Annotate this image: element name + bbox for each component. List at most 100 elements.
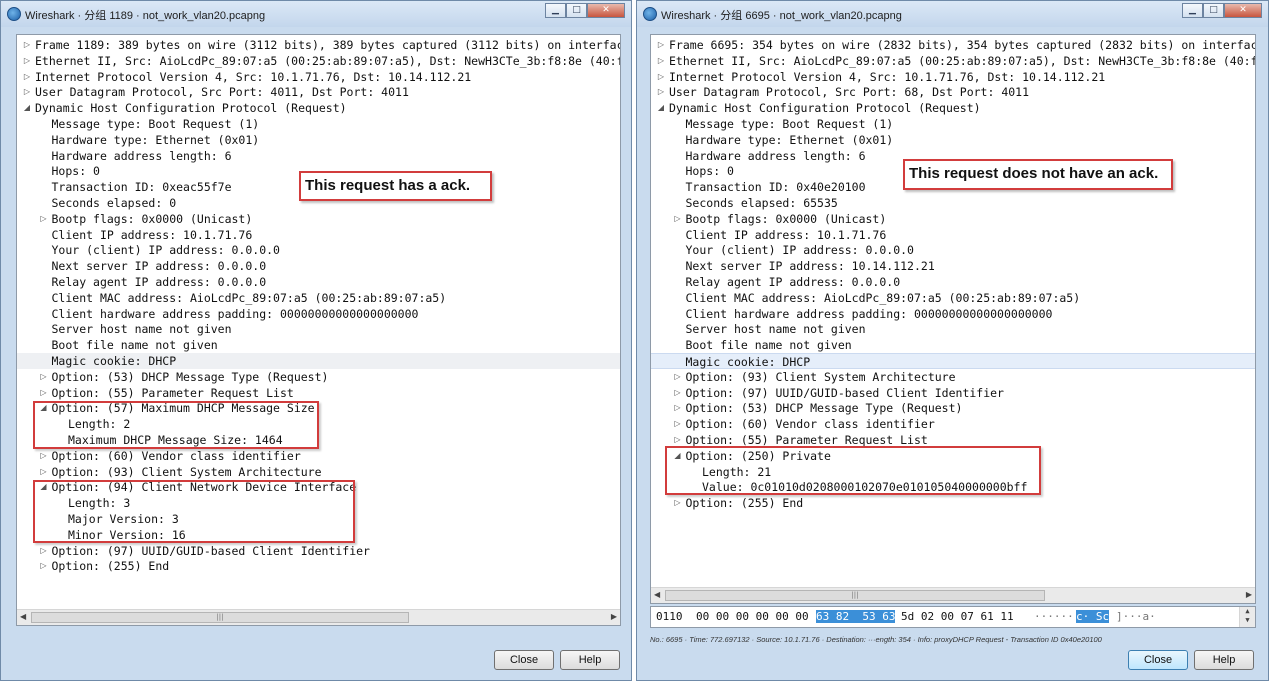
scroll-thumb[interactable]: ||| <box>31 612 409 623</box>
tree-row[interactable]: Your (client) IP address: 0.0.0.0 <box>17 242 620 258</box>
collapsed-arrow-icon[interactable]: ▷ <box>39 448 49 464</box>
collapsed-arrow-icon[interactable]: ▷ <box>22 69 32 85</box>
title-bar[interactable]: Wireshark · 分组 6695 · not_work_vlan20.pc… <box>637 1 1268 27</box>
collapsed-arrow-icon[interactable]: ▷ <box>22 37 32 53</box>
collapsed-arrow-icon[interactable]: ▷ <box>39 543 49 559</box>
tree-row[interactable]: ▷ Option: (55) Parameter Request List <box>17 385 620 401</box>
tree-row[interactable]: ▷ Option: (93) Client System Architecture <box>17 464 620 480</box>
tree-row[interactable]: ▷ Option: (97) UUID/GUID-based Client Ide… <box>651 385 1255 401</box>
packet-bytes-pane[interactable]: 0110 00 00 00 00 00 00 63 82 53 63 5d 02… <box>650 606 1256 628</box>
close-window-button[interactable]: ✕ <box>1224 3 1262 18</box>
tree-row[interactable]: ▷ Option: (53) DHCP Message Type (Request… <box>17 369 620 385</box>
tree-row[interactable]: ▷ Option: (255) End <box>17 558 620 574</box>
collapsed-arrow-icon[interactable]: ▷ <box>656 37 666 53</box>
tree-row[interactable]: Hardware type: Ethernet (0x01) <box>17 132 620 148</box>
minimize-button[interactable]: ▁ <box>1182 3 1203 18</box>
tree-row-label: Option: (53) DHCP Message Type (Request) <box>51 369 329 384</box>
collapsed-arrow-icon[interactable]: ▷ <box>22 84 32 100</box>
maximize-button[interactable]: □ <box>1203 3 1224 18</box>
bytes-hex-selected: 63 82 53 63 <box>816 610 896 623</box>
tree-row-label: Client IP address: 10.1.71.76 <box>51 227 253 242</box>
collapsed-arrow-icon[interactable]: ▷ <box>656 53 666 69</box>
tree-row[interactable]: Magic cookie: DHCP <box>651 353 1255 369</box>
collapsed-arrow-icon[interactable]: ▷ <box>673 416 683 432</box>
tree-row[interactable]: Your (client) IP address: 0.0.0.0 <box>651 242 1255 258</box>
tree-row[interactable]: ▷ Option: (93) Client System Architecture <box>651 369 1255 385</box>
tree-row[interactable]: ▷ Frame 6695: 354 bytes on wire (2832 bit… <box>651 37 1255 53</box>
tree-row[interactable]: Client hardware address padding: 0000000… <box>17 306 620 322</box>
tree-row[interactable]: Boot file name not given <box>651 337 1255 353</box>
tree-row[interactable]: ▷ Option: (255) End <box>651 495 1255 511</box>
tree-row[interactable]: ▷ Bootp flags: 0x0000 (Unicast) <box>17 211 620 227</box>
tree-row[interactable]: Next server IP address: 0.0.0.0 <box>17 258 620 274</box>
expanded-arrow-icon[interactable]: ◢ <box>656 100 666 116</box>
tree-row[interactable]: Boot file name not given <box>17 337 620 353</box>
expanded-arrow-icon[interactable]: ◢ <box>22 100 32 116</box>
collapsed-arrow-icon[interactable]: ▷ <box>39 211 49 227</box>
collapsed-arrow-icon[interactable]: ▷ <box>673 211 683 227</box>
scroll-left-icon[interactable]: ◀ <box>654 590 660 599</box>
tree-row[interactable]: ▷ Option: (97) UUID/GUID-based Client Ide… <box>17 543 620 559</box>
horizontal-scrollbar[interactable]: ◀ ||| ▶ <box>17 609 620 625</box>
title-bar[interactable]: Wireshark · 分组 1189 · not_work_vlan20.pc… <box>1 1 631 27</box>
tree-row[interactable]: ◢ Dynamic Host Configuration Protocol (Re… <box>651 100 1255 116</box>
tree-row-label: User Datagram Protocol, Src Port: 4011, … <box>35 85 409 100</box>
tree-row[interactable]: Relay agent IP address: 0.0.0.0 <box>651 274 1255 290</box>
tree-row[interactable]: Message type: Boot Request (1) <box>17 116 620 132</box>
tree-row[interactable]: ▷ Ethernet II, Src: AioLcdPc_89:07:a5 (00… <box>17 53 620 69</box>
tree-row-label: Dynamic Host Configuration Protocol (Req… <box>669 101 981 116</box>
collapsed-arrow-icon[interactable]: ▷ <box>39 464 49 480</box>
tree-row[interactable]: Client IP address: 10.1.71.76 <box>17 227 620 243</box>
collapsed-arrow-icon[interactable]: ▷ <box>673 400 683 416</box>
scroll-thumb[interactable]: ||| <box>665 590 1045 601</box>
tree-row[interactable]: ▷ User Datagram Protocol, Src Port: 4011,… <box>17 84 620 100</box>
vertical-scrollbar[interactable]: ▲ ▼ <box>1239 607 1255 627</box>
horizontal-scrollbar[interactable]: ◀ ||| ▶ <box>651 587 1255 603</box>
tree-row[interactable]: ▷ Internet Protocol Version 4, Src: 10.1.… <box>17 69 620 85</box>
minimize-button[interactable]: ▁ <box>545 3 566 18</box>
tree-row[interactable]: Client MAC address: AioLcdPc_89:07:a5 (0… <box>17 290 620 306</box>
scroll-left-icon[interactable]: ◀ <box>20 612 26 621</box>
bytes-ascii: ······ <box>1034 610 1074 623</box>
tree-row[interactable]: Client IP address: 10.1.71.76 <box>651 227 1255 243</box>
tree-row[interactable]: ▷ Option: (53) DHCP Message Type (Request… <box>651 400 1255 416</box>
tree-row[interactable]: Relay agent IP address: 0.0.0.0 <box>17 274 620 290</box>
tree-row[interactable]: ▷ User Datagram Protocol, Src Port: 68, D… <box>651 84 1255 100</box>
collapsed-arrow-icon[interactable]: ▷ <box>656 84 666 100</box>
close-button[interactable]: Close <box>494 650 554 670</box>
tree-row[interactable]: Magic cookie: DHCP <box>17 353 620 369</box>
collapsed-arrow-icon[interactable]: ▷ <box>656 69 666 85</box>
tree-row[interactable]: Server host name not given <box>17 321 620 337</box>
collapsed-arrow-icon[interactable]: ▷ <box>39 558 49 574</box>
tree-row[interactable]: Client MAC address: AioLcdPc_89:07:a5 (0… <box>651 290 1255 306</box>
tree-row[interactable]: ▷ Option: (60) Vendor class identifier <box>17 448 620 464</box>
collapsed-arrow-icon[interactable]: ▷ <box>39 385 49 401</box>
collapsed-arrow-icon[interactable]: ▷ <box>39 369 49 385</box>
collapsed-arrow-icon[interactable]: ▷ <box>673 385 683 401</box>
close-window-button[interactable]: ✕ <box>587 3 625 18</box>
help-button[interactable]: Help <box>1194 650 1254 670</box>
collapsed-arrow-icon[interactable]: ▷ <box>22 53 32 69</box>
maximize-button[interactable]: □ <box>566 3 587 18</box>
collapsed-arrow-icon[interactable]: ▷ <box>673 369 683 385</box>
tree-row[interactable]: ▷ Ethernet II, Src: AioLcdPc_89:07:a5 (00… <box>651 53 1255 69</box>
tree-row[interactable]: ▷ Frame 1189: 389 bytes on wire (3112 bit… <box>17 37 620 53</box>
collapsed-arrow-icon[interactable]: ▷ <box>673 495 683 511</box>
help-button[interactable]: Help <box>560 650 620 670</box>
tree-row[interactable]: Server host name not given <box>651 321 1255 337</box>
tree-row[interactable]: Seconds elapsed: 65535 <box>651 195 1255 211</box>
tree-row[interactable]: ◢ Dynamic Host Configuration Protocol (Re… <box>17 100 620 116</box>
tree-row[interactable]: Client hardware address padding: 0000000… <box>651 306 1255 322</box>
tree-row[interactable]: Hardware type: Ethernet (0x01) <box>651 132 1255 148</box>
scroll-right-icon[interactable]: ▶ <box>1246 590 1252 599</box>
tree-row[interactable]: ▷ Bootp flags: 0x0000 (Unicast) <box>651 211 1255 227</box>
tree-row[interactable]: Message type: Boot Request (1) <box>651 116 1255 132</box>
packet-details-tree[interactable]: ▷ Frame 6695: 354 bytes on wire (2832 bit… <box>650 34 1256 604</box>
tree-row[interactable]: Next server IP address: 10.14.112.21 <box>651 258 1255 274</box>
tree-row[interactable]: ▷ Internet Protocol Version 4, Src: 10.1.… <box>651 69 1255 85</box>
close-button[interactable]: Close <box>1128 650 1188 670</box>
tree-row-label: Option: (55) Parameter Request List <box>51 385 294 400</box>
tree-row[interactable]: ▷ Option: (60) Vendor class identifier <box>651 416 1255 432</box>
scroll-right-icon[interactable]: ▶ <box>611 612 617 621</box>
tree-row[interactable]: Hardware address length: 6 <box>17 148 620 164</box>
